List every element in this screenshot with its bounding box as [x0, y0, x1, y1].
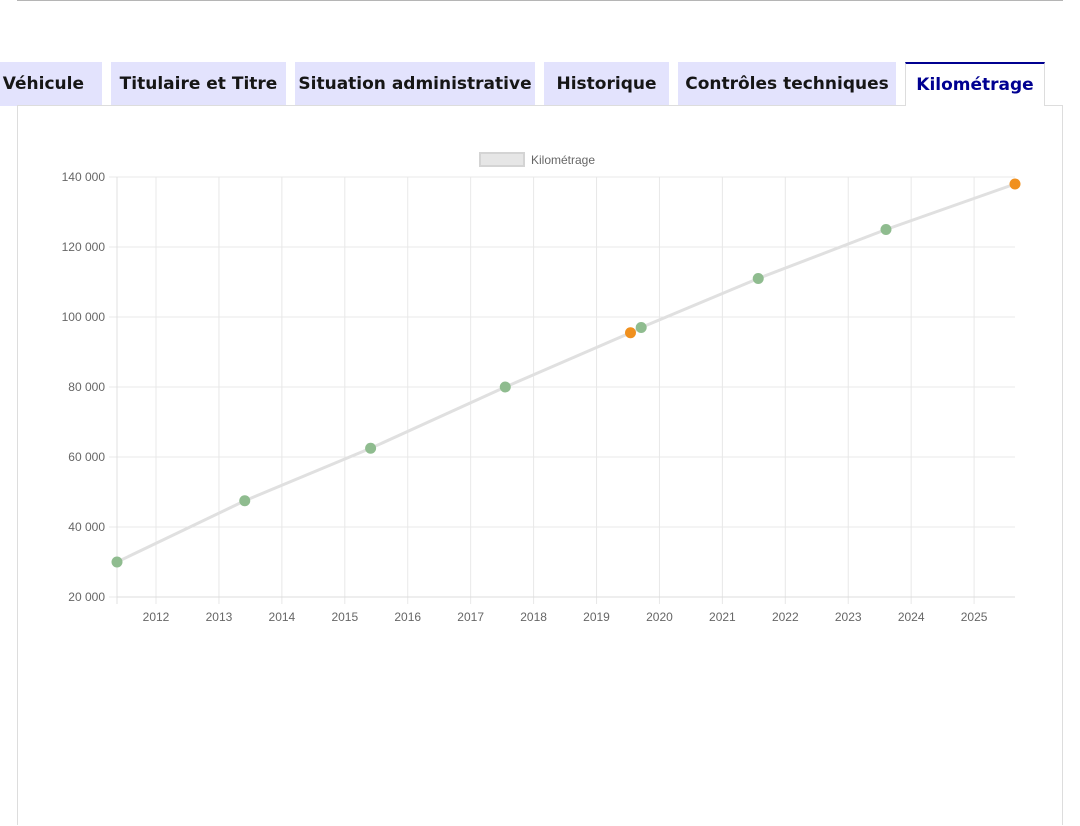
x-tick-label: 2025	[961, 610, 988, 624]
data-point[interactable]	[635, 322, 647, 333]
top-divider	[17, 0, 1063, 1]
y-tick-label: 120 000	[62, 240, 106, 254]
data-point[interactable]	[1009, 178, 1021, 190]
tab-vehicule[interactable]: Véhicule	[0, 62, 102, 106]
data-point[interactable]	[239, 495, 251, 507]
tab-bar: Véhicule Titulaire et Titre Situation ad…	[0, 62, 1080, 106]
legend-label: Kilométrage	[531, 153, 595, 167]
chart-legend[interactable]: Kilométrage	[479, 152, 595, 167]
x-tick-label: 2017	[457, 610, 484, 624]
tab-titulaire-et-titre[interactable]: Titulaire et Titre	[111, 62, 286, 106]
x-tick-label: 2022	[772, 610, 799, 624]
tab-situation-administrative[interactable]: Situation administrative	[295, 62, 535, 106]
data-point[interactable]	[499, 381, 511, 393]
chart-series	[111, 178, 1021, 568]
x-tick-label: 2019	[583, 610, 610, 624]
chart-grid	[109, 176, 1015, 604]
x-tick-label: 2023	[835, 610, 862, 624]
tab-historique[interactable]: Historique	[544, 62, 669, 106]
y-tick-label: 60 000	[68, 450, 105, 464]
x-tick-label: 2018	[520, 610, 547, 624]
y-tick-label: 80 000	[68, 380, 105, 394]
y-tick-label: 100 000	[62, 310, 106, 324]
x-tick-label: 2024	[898, 610, 925, 624]
data-point[interactable]	[752, 273, 764, 284]
y-tick-label: 140 000	[62, 170, 106, 184]
chart-axis-labels: 20 000 40 000 60 000 80 000 100 000 120 000 14…	[62, 170, 988, 624]
x-tick-label: 2015	[331, 610, 358, 624]
series-line	[116, 182, 1016, 564]
x-tick-label: 2016	[394, 610, 421, 624]
data-point[interactable]	[365, 442, 377, 454]
active-tab-joint	[906, 104, 1044, 107]
x-tick-label: 2012	[143, 610, 170, 624]
tab-controles-techniques[interactable]: Contrôles techniques	[678, 62, 896, 106]
legend-swatch	[479, 152, 525, 167]
tab-panel-kilometrage: 20 000 40 000 60 000 80 000 100 000 120 000 14…	[17, 105, 1063, 825]
tab-kilometrage[interactable]: Kilométrage	[905, 62, 1045, 106]
data-point[interactable]	[625, 327, 637, 339]
y-tick-label: 20 000	[68, 590, 105, 604]
x-tick-label: 2014	[269, 610, 296, 624]
y-tick-label: 40 000	[68, 520, 105, 534]
mileage-chart: 20 000 40 000 60 000 80 000 100 000 120 000 14…	[62, 152, 1021, 624]
x-tick-label: 2013	[206, 610, 233, 624]
data-point[interactable]	[880, 224, 892, 235]
x-tick-label: 2021	[709, 610, 736, 624]
data-point[interactable]	[111, 556, 123, 568]
x-tick-label: 2020	[646, 610, 673, 624]
